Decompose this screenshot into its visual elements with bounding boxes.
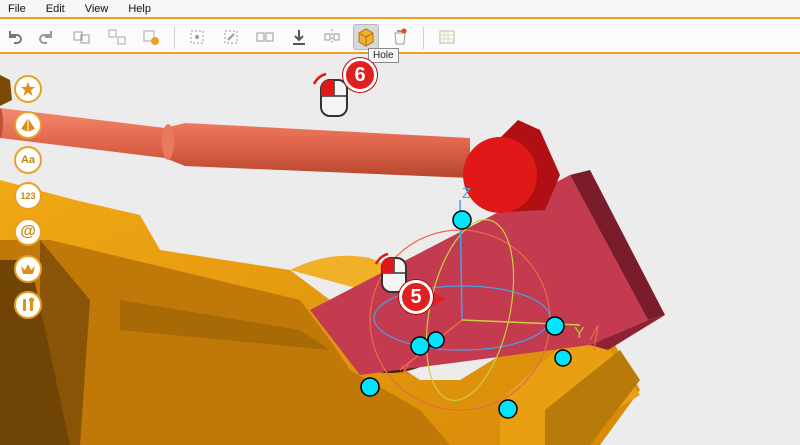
premium-button[interactable]	[14, 255, 42, 283]
rotate-handle[interactable]	[545, 316, 565, 336]
3d-viewport[interactable]: Z Y X Aa 123 @ 6 5	[0, 54, 800, 445]
shapes-button[interactable]	[14, 111, 42, 139]
axis-x-label: X	[400, 362, 410, 379]
workplane-icon[interactable]	[435, 25, 459, 49]
crown-icon	[21, 264, 35, 274]
import-icon[interactable]	[139, 25, 163, 49]
mirror-icon[interactable]	[320, 25, 344, 49]
shapes-icon	[21, 118, 35, 132]
undo-icon[interactable]	[3, 25, 27, 49]
duplicate-icon[interactable]	[253, 25, 277, 49]
tools-button[interactable]	[14, 291, 42, 319]
symbols-button[interactable]: @	[14, 218, 42, 246]
rotate-handle[interactable]	[498, 399, 518, 419]
menu-bar: File Edit View Help	[0, 0, 800, 17]
red-rod[interactable]	[0, 108, 470, 178]
star-icon	[21, 82, 35, 96]
toolbar-separator	[174, 27, 175, 49]
toolbar-separator	[423, 27, 424, 49]
rotate-handle[interactable]	[410, 336, 430, 356]
tools-icon	[23, 297, 34, 311]
hole-icon[interactable]	[353, 24, 379, 50]
scene: Z Y X	[0, 58, 665, 445]
menu-file[interactable]: File	[0, 3, 36, 15]
mouse-click-icon	[312, 72, 348, 117]
step-5-badge: 5	[399, 280, 433, 314]
distribute-icon[interactable]	[219, 25, 243, 49]
favorites-button[interactable]	[14, 75, 42, 103]
menu-help[interactable]: Help	[118, 3, 161, 15]
toolbar	[0, 17, 800, 54]
group-icon[interactable]	[70, 25, 94, 49]
rotate-handle[interactable]	[427, 331, 445, 349]
redo-icon[interactable]	[34, 25, 58, 49]
ungroup-icon[interactable]	[105, 25, 129, 49]
delete-icon[interactable]	[388, 25, 412, 49]
rotate-handle[interactable]	[554, 349, 572, 367]
text-button[interactable]: Aa	[14, 146, 42, 174]
axis-y-label: Y	[574, 325, 585, 342]
menu-edit[interactable]: Edit	[36, 3, 75, 15]
align-icon[interactable]	[185, 25, 209, 49]
download-icon[interactable]	[287, 25, 311, 49]
rotate-handle[interactable]	[452, 210, 472, 230]
rotate-handle[interactable]	[360, 377, 380, 397]
numbers-button[interactable]: 123	[14, 182, 42, 210]
step-6-badge: 6	[343, 58, 377, 92]
red-cylinder[interactable]	[463, 120, 560, 213]
axis-z-label: Z	[462, 185, 471, 202]
menu-view[interactable]: View	[75, 3, 119, 15]
